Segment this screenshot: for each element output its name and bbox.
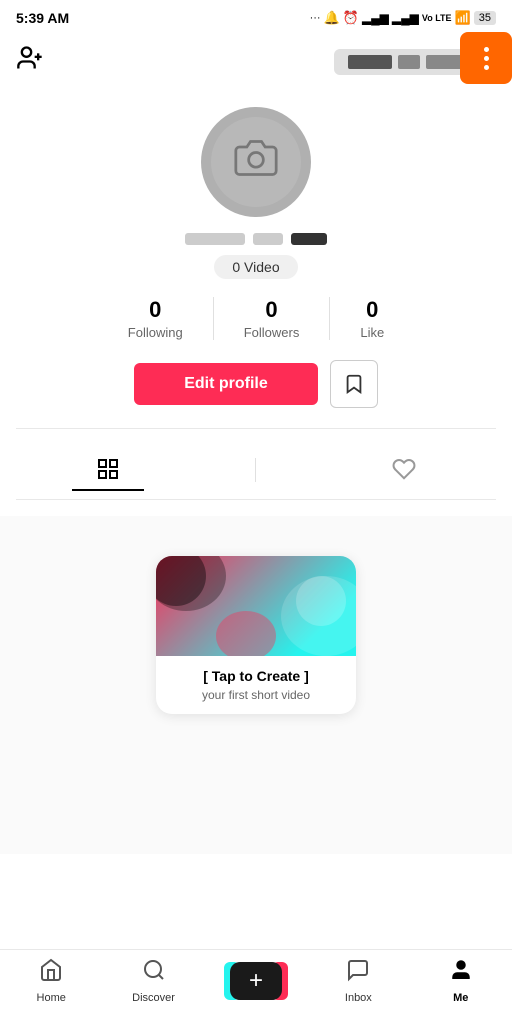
nav-discover[interactable]: Discover bbox=[124, 958, 184, 1004]
stat-followers[interactable]: 0 Followers bbox=[214, 297, 331, 340]
nav-create[interactable]: + bbox=[226, 962, 286, 1000]
status-bar: 5:39 AM ··· 🔔 ⏰ ▂▄▆ ▂▄▆ Vo LTE 📶 35 bbox=[0, 0, 512, 36]
more-dots-icon bbox=[484, 47, 489, 70]
create-button-inner: + bbox=[230, 962, 282, 1000]
create-card-title: [ Tap to Create ] bbox=[172, 668, 340, 684]
avatar-inner bbox=[211, 117, 301, 207]
likes-label: Like bbox=[360, 325, 384, 340]
discover-icon bbox=[142, 958, 166, 989]
me-label: Me bbox=[453, 992, 468, 1004]
inbox-icon bbox=[346, 958, 370, 989]
profile-section: 0 Video 0 Following 0 Followers 0 Like E… bbox=[0, 87, 512, 516]
bottom-nav: Home Discover + Inbox bbox=[0, 949, 512, 1024]
camera-icon bbox=[234, 136, 278, 189]
status-icons: ··· 🔔 ⏰ ▂▄▆ ▂▄▆ Vo LTE 📶 35 bbox=[310, 10, 496, 26]
create-card-text: [ Tap to Create ] your first short video bbox=[156, 656, 356, 714]
signal-bars: ▂▄▆ bbox=[362, 11, 389, 25]
create-button[interactable]: + bbox=[230, 962, 282, 1000]
home-label: Home bbox=[37, 992, 66, 1004]
video-count-badge: 0 Video bbox=[214, 255, 297, 279]
username-block-2 bbox=[398, 55, 420, 69]
wifi-icon: 📶 bbox=[455, 10, 471, 26]
nav-inbox[interactable]: Inbox bbox=[328, 958, 388, 1004]
mute-icon: 🔔 bbox=[324, 10, 340, 26]
following-count: 0 bbox=[149, 297, 161, 323]
create-graphic-svg bbox=[156, 556, 356, 656]
content-area: [ Tap to Create ] your first short video bbox=[0, 516, 512, 854]
alarm-icon: ⏰ bbox=[343, 10, 359, 26]
me-icon bbox=[449, 958, 473, 989]
likes-count: 0 bbox=[366, 297, 378, 323]
battery-label: 35 bbox=[474, 11, 496, 25]
following-label: Following bbox=[128, 325, 183, 340]
signal-bars-2: ▂▄▆ bbox=[392, 11, 419, 25]
header: ▾ bbox=[0, 36, 512, 87]
username-bar-2 bbox=[253, 233, 283, 245]
create-card-subtitle: your first short video bbox=[172, 688, 340, 702]
content-tabs bbox=[16, 441, 496, 500]
tab-divider bbox=[255, 458, 256, 482]
username-display bbox=[348, 55, 470, 69]
plus-icon: + bbox=[249, 967, 263, 995]
add-user-button[interactable] bbox=[16, 44, 44, 79]
stats-row: 0 Following 0 Followers 0 Like bbox=[16, 297, 496, 340]
bookmark-button[interactable] bbox=[330, 360, 378, 408]
stat-likes[interactable]: 0 Like bbox=[330, 297, 414, 340]
username-placeholder bbox=[185, 233, 327, 245]
discover-label: Discover bbox=[132, 992, 175, 1004]
tab-grid[interactable] bbox=[72, 449, 144, 491]
tab-liked[interactable] bbox=[368, 449, 440, 491]
edit-profile-button[interactable]: Edit profile bbox=[134, 363, 318, 405]
more-options-button[interactable] bbox=[460, 32, 512, 84]
create-card[interactable]: [ Tap to Create ] your first short video bbox=[156, 556, 356, 714]
action-buttons: Edit profile bbox=[134, 360, 378, 408]
followers-label: Followers bbox=[244, 325, 300, 340]
avatar[interactable] bbox=[201, 107, 311, 217]
username-bar-3 bbox=[291, 233, 327, 245]
profile-divider bbox=[16, 428, 496, 429]
nav-home[interactable]: Home bbox=[21, 958, 81, 1004]
lte-label: Vo LTE bbox=[422, 13, 452, 23]
signal-icon: ··· bbox=[310, 12, 321, 24]
nav-me[interactable]: Me bbox=[431, 958, 491, 1004]
status-time: 5:39 AM bbox=[16, 10, 69, 26]
username-bar-1 bbox=[185, 233, 245, 245]
username-block-1 bbox=[348, 55, 392, 69]
home-icon bbox=[39, 958, 63, 989]
create-card-graphic bbox=[156, 556, 356, 656]
followers-count: 0 bbox=[265, 297, 277, 323]
inbox-label: Inbox bbox=[345, 992, 372, 1004]
stat-following[interactable]: 0 Following bbox=[98, 297, 214, 340]
